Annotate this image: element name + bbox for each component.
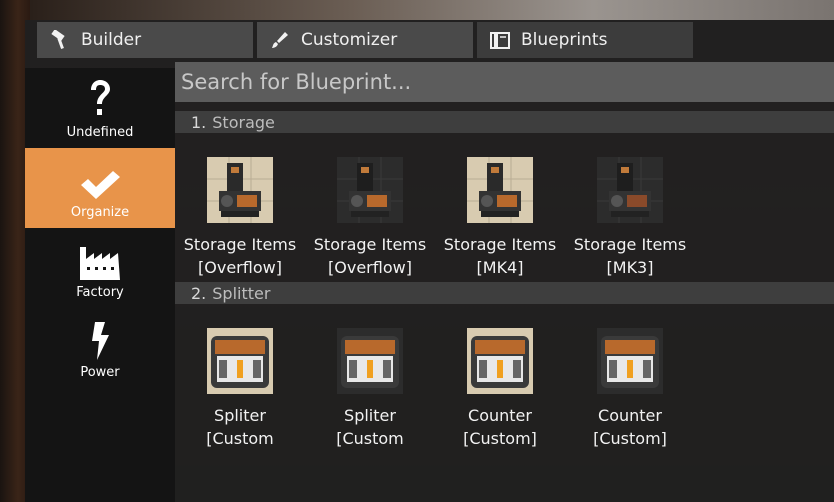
sidebar-item-label: Undefined (66, 124, 134, 140)
blueprint-name: Counter (468, 406, 532, 425)
blueprint-variant: [Custom] (593, 429, 667, 448)
question-mark-icon (87, 77, 113, 121)
storage-container-icon (337, 157, 403, 223)
sidebar-item-label: Power (80, 364, 120, 380)
storage-container-icon (597, 157, 663, 223)
splitter-icon (597, 328, 663, 394)
category-name: Splitter (212, 283, 271, 303)
blueprint-card[interactable]: Spliter [Custom (175, 304, 305, 454)
blueprint-name: Counter (598, 406, 662, 425)
checkmark-icon (79, 157, 121, 201)
sidebar-item-label: Factory (76, 284, 124, 300)
sidebar-item-undefined[interactable]: Undefined (25, 68, 175, 148)
category-header-splitter[interactable]: 2. Splitter (175, 282, 834, 304)
blueprint-variant: [Overflow] (328, 258, 412, 277)
storage-container-icon (207, 157, 273, 223)
hammer-icon (49, 29, 71, 51)
blueprint-variant: [MK3] (606, 258, 654, 277)
blueprint-name: Spliter (214, 406, 266, 425)
tab-customizer[interactable]: Customizer (257, 22, 473, 58)
blueprint-grid-storage: Storage Items [Overflow] Storage Items [… (175, 133, 834, 283)
storage-container-icon (467, 157, 533, 223)
blueprint-name: Storage Items (573, 235, 687, 254)
blueprint-name: Spliter (344, 406, 396, 425)
factory-icon (79, 237, 121, 281)
lightning-bolt-icon (89, 317, 111, 361)
blueprint-card[interactable]: Storage Items [Overflow] (305, 133, 435, 283)
blueprint-card[interactable]: Counter [Custom] (435, 304, 565, 454)
blueprint-card[interactable]: Storage Items [MK4] (435, 133, 565, 283)
sidebar-item-factory[interactable]: Factory (25, 228, 175, 308)
blueprint-book-icon (489, 29, 511, 51)
tab-builder[interactable]: Builder (37, 22, 253, 58)
splitter-icon (337, 328, 403, 394)
blueprint-card[interactable]: Spliter [Custom (305, 304, 435, 454)
sidebar-item-label: Organize (70, 204, 130, 220)
tab-label: Blueprints (521, 30, 608, 50)
blueprint-grid-splitter: Spliter [Custom Spliter [Custom Counter … (175, 304, 834, 454)
category-number: 1. (191, 112, 207, 132)
sidebar-item-organize[interactable]: Organize (25, 148, 175, 228)
blueprint-name: Storage Items (443, 235, 557, 254)
blueprint-name: Storage Items (183, 235, 297, 254)
blueprint-card[interactable]: Storage Items [MK3] (565, 133, 695, 283)
blueprint-card[interactable]: Counter [Custom] (565, 304, 695, 454)
background-scene-top (30, 0, 834, 20)
blueprint-variant: [Custom (336, 429, 404, 448)
category-name: Storage (212, 112, 275, 132)
splitter-icon (207, 328, 273, 394)
category-sidebar: Undefined Organize Factory Power (25, 68, 175, 502)
blueprint-variant: [Custom] (463, 429, 537, 448)
category-number: 2. (191, 283, 207, 303)
tab-bar: Builder Customizer Blueprints (37, 22, 693, 58)
blueprint-variant: [Overflow] (198, 258, 282, 277)
category-header-storage[interactable]: 1. Storage (175, 111, 834, 133)
sidebar-item-power[interactable]: Power (25, 308, 175, 388)
tab-label: Customizer (301, 30, 398, 50)
tab-blueprints[interactable]: Blueprints (477, 22, 693, 58)
tab-label: Builder (81, 30, 142, 50)
blueprint-name: Storage Items (313, 235, 427, 254)
splitter-icon (467, 328, 533, 394)
blueprint-search-input[interactable] (175, 62, 834, 102)
blueprint-variant: [MK4] (476, 258, 524, 277)
blueprint-variant: [Custom (206, 429, 274, 448)
brush-icon (269, 29, 291, 51)
blueprint-card[interactable]: Storage Items [Overflow] (175, 133, 305, 283)
